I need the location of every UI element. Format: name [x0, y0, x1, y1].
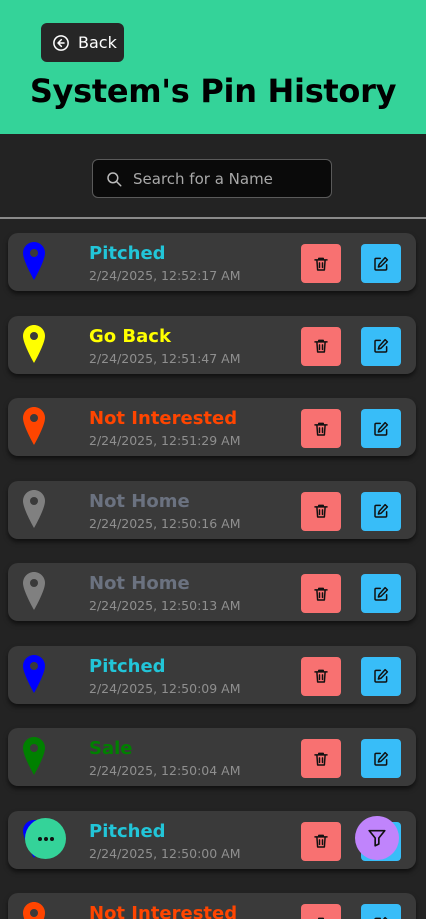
delete-button[interactable]	[301, 821, 341, 861]
edit-button[interactable]	[361, 904, 401, 919]
trash-icon	[314, 834, 328, 848]
pin-status: Sale	[89, 738, 133, 759]
pin-status: Not Home	[89, 490, 190, 512]
pin-timestamp: 2/24/2025, 12:52:17 AM	[89, 268, 241, 283]
pin-timestamp: 2/24/2025, 12:50:09 AM	[89, 680, 241, 696]
map-pin-icon	[23, 242, 45, 280]
pin-history-card: Pitched 2/24/2025, 12:50:09 AM	[8, 645, 416, 704]
search-bar	[92, 159, 332, 198]
pin-timestamp: 2/24/2025, 12:50:13 AM	[89, 598, 241, 613]
trash-icon	[314, 422, 328, 436]
pin-history-card: Not Home 2/24/2025, 12:50:13 AM	[8, 563, 416, 621]
pin-status: Not Interested	[89, 408, 238, 429]
delete-button[interactable]	[301, 409, 341, 448]
delete-button[interactable]	[301, 491, 341, 531]
pin-status: Pitched	[89, 243, 166, 264]
pin-timestamp: 2/24/2025, 12:51:29 AM	[89, 433, 241, 448]
pin-timestamp: 2/24/2025, 12:50:04 AM	[89, 763, 241, 778]
pin-history-card: Pitched 2/24/2025, 12:52:17 AM	[8, 233, 416, 291]
pin-history-card: Sale 2/24/2025, 12:50:04 AM	[8, 728, 416, 786]
trash-icon	[314, 339, 328, 353]
search-input[interactable]	[133, 169, 313, 188]
more-options-button[interactable]	[25, 818, 66, 859]
map-pin-icon	[23, 489, 45, 528]
pencil-square-icon	[374, 503, 389, 518]
pencil-square-icon	[374, 668, 389, 683]
pin-history-card: Go Back 2/24/2025, 12:51:47 AM	[8, 315, 416, 374]
pin-status: Pitched	[89, 820, 166, 842]
map-pin-icon	[23, 572, 45, 610]
trash-icon	[314, 669, 328, 683]
edit-button[interactable]	[361, 326, 401, 366]
arrow-left-circle-icon	[53, 34, 69, 51]
divider	[0, 217, 426, 219]
delete-button[interactable]	[301, 656, 341, 696]
pin-history-card: Not Home 2/24/2025, 12:50:16 AM	[8, 480, 416, 539]
trash-icon	[314, 257, 328, 271]
map-pin-icon	[23, 902, 45, 919]
filter-button[interactable]	[355, 816, 399, 860]
delete-button[interactable]	[301, 574, 341, 613]
edit-button[interactable]	[361, 244, 401, 283]
pin-timestamp: 2/24/2025, 12:50:00 AM	[89, 845, 241, 861]
pencil-square-icon	[374, 421, 389, 436]
delete-button[interactable]	[301, 739, 341, 778]
pin-status: Not Home	[89, 573, 190, 594]
pin-timestamp: 2/24/2025, 12:50:16 AM	[89, 515, 241, 531]
funnel-icon	[368, 829, 386, 847]
edit-button[interactable]	[361, 491, 401, 531]
pencil-square-icon	[374, 751, 389, 766]
trash-icon	[314, 752, 328, 766]
trash-icon	[314, 587, 328, 601]
map-pin-icon	[23, 407, 45, 445]
pencil-square-icon	[374, 586, 389, 601]
map-pin-icon	[23, 324, 45, 363]
header: Back System's Pin History	[0, 0, 426, 134]
pencil-square-icon	[374, 338, 389, 353]
page-title: System's Pin History	[29, 72, 397, 110]
delete-button[interactable]	[301, 326, 341, 366]
pin-history-card: Not Interested 2/24/2025, 12:51:29 AM	[8, 398, 416, 456]
trash-icon	[314, 917, 328, 919]
pin-status: Not Interested	[89, 903, 238, 919]
edit-button[interactable]	[361, 574, 401, 613]
search-icon	[107, 171, 122, 186]
map-pin-icon	[23, 737, 45, 775]
map-pin-icon	[23, 654, 45, 693]
pencil-square-icon	[374, 256, 389, 271]
pin-history-card: Not Interested	[8, 893, 416, 919]
trash-icon	[314, 504, 328, 518]
edit-button[interactable]	[361, 409, 401, 448]
pencil-square-icon	[374, 916, 389, 919]
pin-status: Go Back	[89, 325, 171, 347]
back-button[interactable]: Back	[41, 23, 124, 62]
back-label: Back	[78, 33, 117, 52]
pin-timestamp: 2/24/2025, 12:51:47 AM	[89, 350, 241, 366]
delete-button[interactable]	[301, 904, 341, 919]
pin-status: Pitched	[89, 655, 166, 677]
edit-button[interactable]	[361, 739, 401, 778]
ellipsis-icon	[37, 836, 54, 841]
edit-button[interactable]	[361, 656, 401, 696]
delete-button[interactable]	[301, 244, 341, 283]
